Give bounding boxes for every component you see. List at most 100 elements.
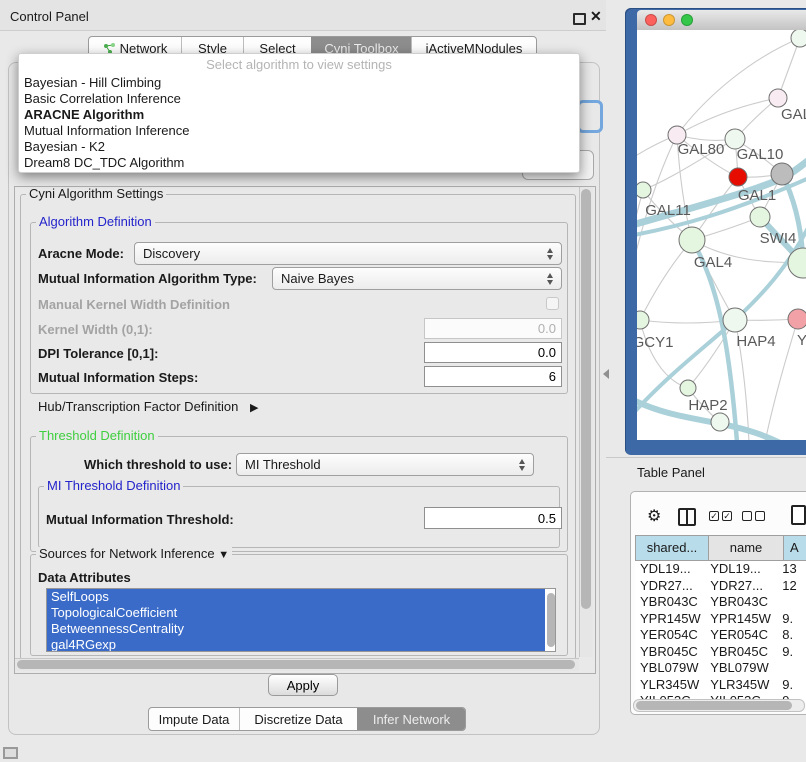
mi-steps-field[interactable] xyxy=(424,366,562,387)
table-row[interactable]: YBR045C YBR045C 9. xyxy=(635,644,806,661)
table-row[interactable]: YDL19... YDL19... 13 xyxy=(635,561,806,578)
node-gcy1[interactable] xyxy=(637,311,649,329)
network-window-titlebar[interactable] xyxy=(637,10,806,31)
mi-threshold-label: Mutual Information Threshold: xyxy=(46,512,234,527)
node-gal1[interactable] xyxy=(750,207,770,227)
settings-gear-icon[interactable]: ⚙ xyxy=(647,506,661,526)
manual-kernel-width-checkbox[interactable] xyxy=(546,297,559,310)
dropdown-prompt: Select algorithm to view settings xyxy=(19,54,579,75)
obscured-combobox-fragment[interactable] xyxy=(577,100,603,133)
minimize-traffic-light[interactable] xyxy=(663,14,675,26)
float-panel-icon[interactable] xyxy=(573,13,586,25)
mi-threshold-field[interactable] xyxy=(424,507,562,529)
node-label: Y xyxy=(797,332,806,349)
tab-discretize-data[interactable]: Discretize Data xyxy=(239,708,357,730)
table-panel-title: Table Panel xyxy=(637,465,705,480)
aracne-mode-label: Aracne Mode: xyxy=(38,246,124,261)
mi-threshold-definition-title: MI Threshold Definition xyxy=(44,479,183,493)
node-salmon[interactable] xyxy=(788,309,806,329)
settings-vscroll-thumb[interactable] xyxy=(581,189,591,609)
cyni-algorithm-settings-title: Cyni Algorithm Settings xyxy=(26,187,166,201)
node-label: GCY1 xyxy=(637,334,673,351)
network-graph: GAL GAL80 GAL10 GAL1 GAL11 SWI4 GAL4 GCY… xyxy=(637,30,806,440)
list-item[interactable]: SelfLoops xyxy=(47,589,545,605)
dropdown-item[interactable]: Dream8 DC_TDC Algorithm xyxy=(19,155,579,171)
table-row[interactable]: YLR345W YLR345W 9. xyxy=(635,677,806,694)
threshold-definition-title: Threshold Definition xyxy=(36,429,158,443)
list-item[interactable]: BetweennessCentrality xyxy=(47,621,545,637)
column-header-name[interactable]: name xyxy=(709,535,784,561)
tab-infer-network[interactable]: Infer Network xyxy=(357,708,465,730)
aracne-mode-combobox[interactable]: Discovery xyxy=(134,242,562,265)
table-row[interactable]: YER054C YER054C 8. xyxy=(635,627,806,644)
close-panel-icon[interactable]: ✕ xyxy=(590,8,602,25)
node-gal-cut[interactable] xyxy=(769,89,787,107)
dropdown-item[interactable]: Bayesian - K2 xyxy=(19,139,579,155)
dropdown-item[interactable]: Bayesian - Hill Climbing xyxy=(19,75,579,91)
node-hap4[interactable] xyxy=(723,308,747,332)
expanded-arrow-icon: ▼ xyxy=(218,549,229,561)
data-attributes-label: Data Attributes xyxy=(38,570,131,585)
node-label: SWI4 xyxy=(760,230,797,247)
dpi-tolerance-field[interactable] xyxy=(424,342,562,363)
dpi-tolerance-label: DPI Tolerance [0,1]: xyxy=(38,346,158,361)
node-unlabeled-top[interactable] xyxy=(791,30,806,47)
node-red[interactable] xyxy=(729,168,747,186)
table-header-row: shared... name A xyxy=(635,535,806,561)
node-gray[interactable] xyxy=(771,163,793,185)
dropdown-item[interactable]: Basic Correlation Inference xyxy=(19,91,579,107)
which-threshold-label: Which threshold to use: xyxy=(84,457,232,472)
combo-spinner-icon xyxy=(547,248,554,260)
algorithm-definition-title: Algorithm Definition xyxy=(36,215,155,229)
manual-kernel-width-label: Manual Kernel Width Definition xyxy=(38,297,230,312)
node-label: HAP2 xyxy=(688,397,727,414)
node-label: GAL1 xyxy=(738,187,776,204)
mi-steps-label: Mutual Information Steps: xyxy=(38,370,198,385)
list-item[interactable]: gal4RGexp xyxy=(47,637,545,652)
table-row[interactable]: YBL079W YBL079W xyxy=(635,660,806,677)
table-row[interactable]: YDR27... YDR27... 12 xyxy=(635,578,806,595)
minimized-panel-stub[interactable] xyxy=(3,747,18,759)
node-gal4[interactable] xyxy=(679,227,705,253)
hub-transcription-section[interactable]: Hub/Transcription Factor Definition ▶ xyxy=(38,399,258,414)
column-header-shared-name[interactable]: shared... xyxy=(636,535,709,561)
combo-spinner-icon xyxy=(519,459,526,471)
mi-algorithm-type-combobox[interactable]: Naive Bayes xyxy=(272,267,562,290)
select-all-icon[interactable]: ✓ xyxy=(722,511,732,521)
list-item[interactable]: TopologicalCoefficient xyxy=(47,605,545,621)
function-builder-icon[interactable] xyxy=(791,505,806,525)
node-label: GAL11 xyxy=(645,202,691,219)
kernel-width-field[interactable] xyxy=(424,318,562,339)
node-bottom[interactable] xyxy=(711,413,729,431)
column-header-partial[interactable]: A xyxy=(784,535,806,561)
tab-impute-data[interactable]: Impute Data xyxy=(149,708,239,730)
panel-divider-collapse-arrow[interactable] xyxy=(603,369,609,379)
select-all-icon[interactable]: ✓ xyxy=(709,511,719,521)
table-row[interactable]: YPR145W YPR145W 9. xyxy=(635,611,806,628)
table-row[interactable]: YBR043C YBR043C xyxy=(635,594,806,611)
deselect-all-icon[interactable] xyxy=(742,511,752,521)
dropdown-item-highlighted[interactable]: ARACNE Algorithm xyxy=(19,107,579,123)
kernel-width-label: Kernel Width (0,1): xyxy=(38,322,153,337)
control-panel-title: Control Panel xyxy=(10,9,89,24)
collapsed-arrow-icon: ▶ xyxy=(250,402,258,414)
node-label: GAL80 xyxy=(678,141,725,158)
sources-section[interactable]: Sources for Network Inference ▼ xyxy=(36,547,232,562)
close-traffic-light[interactable] xyxy=(645,14,657,26)
attributes-list-scrollbar[interactable] xyxy=(547,593,555,647)
dropdown-item[interactable]: Mutual Information Inference xyxy=(19,123,579,139)
column-layout-icon[interactable] xyxy=(678,508,696,526)
node-hap2[interactable] xyxy=(680,380,696,396)
settings-hscroll-thumb[interactable] xyxy=(17,660,575,669)
node-gal11[interactable] xyxy=(637,182,651,198)
which-threshold-combobox[interactable]: MI Threshold xyxy=(236,453,534,476)
deselect-all-icon[interactable] xyxy=(755,511,765,521)
node-label: GAL xyxy=(781,106,806,123)
bottom-tab-bar: Impute Data Discretize Data Infer Networ… xyxy=(148,707,466,731)
node-label: HAP4 xyxy=(736,333,775,350)
apply-button[interactable]: Apply xyxy=(268,674,338,696)
zoom-traffic-light[interactable] xyxy=(681,14,693,26)
control-panel-titlebar xyxy=(0,0,606,31)
table-hscroll-thumb[interactable] xyxy=(636,701,792,710)
network-canvas[interactable]: GAL GAL80 GAL10 GAL1 GAL11 SWI4 GAL4 GCY… xyxy=(637,30,806,440)
